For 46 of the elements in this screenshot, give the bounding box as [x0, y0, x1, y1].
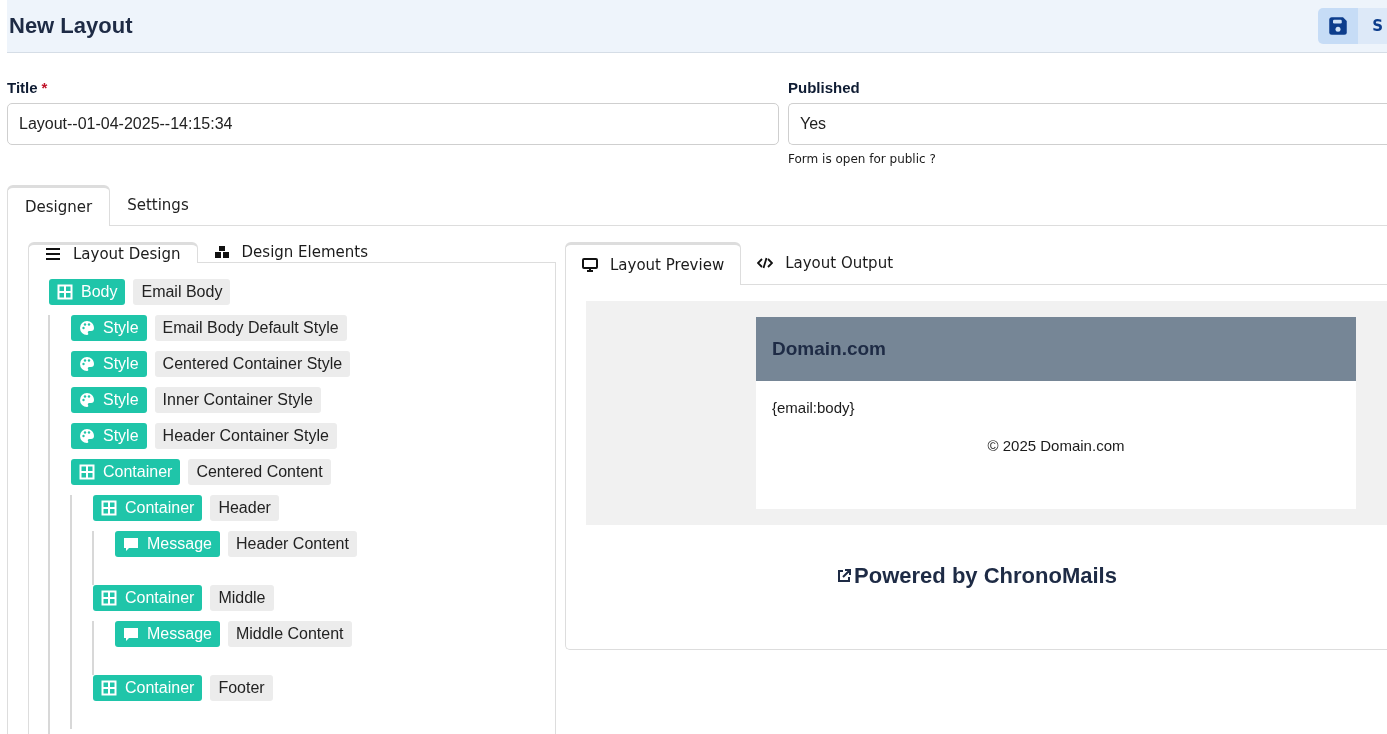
grid-icon — [57, 284, 73, 300]
element-name-tag[interactable]: Footer — [210, 675, 273, 701]
element-name-tag[interactable]: Header Content — [227, 531, 357, 557]
tab[interactable]: Design Elements — [197, 242, 385, 262]
grid-icon — [79, 464, 95, 480]
element-name-tag[interactable]: Inner Container Style — [154, 387, 321, 413]
palette-icon — [79, 356, 95, 372]
element-name-tag[interactable]: Header Container Style — [154, 423, 337, 449]
external-link-icon — [836, 568, 853, 584]
tab[interactable]: Layout Design — [28, 242, 198, 263]
powered-by-link[interactable]: Powered by ChronoMails — [836, 563, 1117, 589]
element-name-tag[interactable]: Middle Content — [227, 621, 352, 647]
monitor-icon — [582, 257, 598, 273]
email-body-text: {email:body} — [771, 398, 856, 418]
palette-icon — [79, 320, 95, 336]
menu-icon — [45, 246, 61, 262]
palette-icon — [79, 428, 95, 444]
field-label: Published — [788, 79, 861, 96]
brand-name: Domain.com — [772, 338, 887, 360]
tab[interactable]: Layout Output — [741, 242, 910, 284]
grid-icon — [101, 500, 117, 516]
palette-icon — [79, 392, 95, 408]
element-name-tag[interactable]: Middle — [210, 585, 274, 611]
code-icon — [757, 255, 774, 271]
required-mark: * — [41, 79, 48, 96]
tab[interactable]: Designer — [7, 185, 111, 226]
element-name-tag[interactable]: Header — [210, 495, 279, 521]
email-footer-text: © 2025 Domain.com — [986, 437, 1126, 454]
element-name-tag[interactable]: Email Body Default Style — [154, 315, 347, 341]
grid-icon — [101, 680, 117, 696]
page-title: New Layout — [9, 13, 133, 39]
element-name-tag[interactable]: Email Body — [133, 279, 231, 305]
grid-icon — [101, 590, 117, 606]
input-field[interactable]: Yes — [788, 103, 1387, 145]
speech-bubble-icon — [123, 626, 139, 642]
input-field[interactable]: Layout--01-04-2025--14:15:34 — [7, 103, 779, 145]
element-name-tag[interactable]: Centered Content — [188, 459, 331, 485]
toolbar-button[interactable]: S — [1358, 8, 1387, 44]
field-label: Title * — [7, 79, 49, 96]
help-text: Form is open for public ? — [788, 152, 937, 166]
speech-bubble-icon — [123, 536, 139, 552]
tab[interactable]: Settings — [110, 185, 206, 225]
element-name-tag[interactable]: Centered Container Style — [154, 351, 351, 377]
save-button[interactable] — [1318, 8, 1359, 44]
blocks-icon — [213, 244, 230, 260]
tab[interactable]: Layout Preview — [565, 242, 742, 285]
